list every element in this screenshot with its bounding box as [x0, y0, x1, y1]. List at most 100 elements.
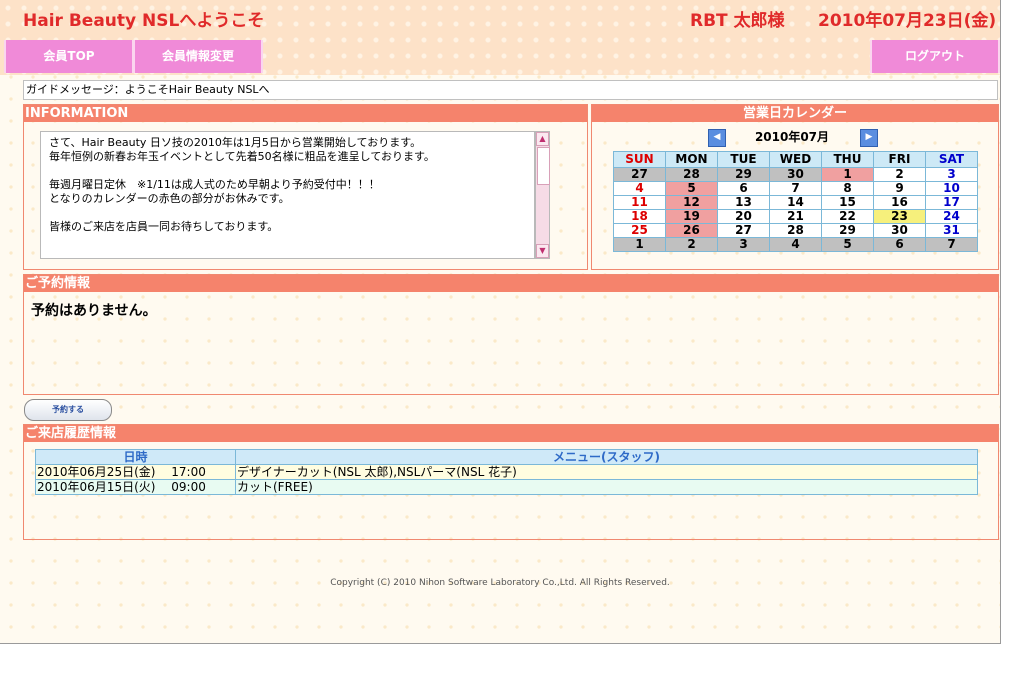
calendar-title: 営業日カレンダー — [592, 105, 998, 122]
next-month-icon[interactable]: ▶ — [860, 129, 878, 147]
calendar-day: 1 — [613, 237, 666, 252]
calendar-week-row: 11 12 13 14 15 16 17 — [613, 195, 978, 210]
table-row: 2010年06月25日(金) 17:00 デザイナーカット(NSL 太郎),NSL… — [35, 464, 978, 480]
weekday-header-5: FRI — [873, 151, 926, 168]
information-line: 毎年恒例の新春お年玉イベントとして先着50名様に粗品を進呈しております。 — [49, 150, 435, 163]
current-date: 2010年07月23日(金) — [818, 11, 997, 31]
calendar-day: 7 — [769, 181, 822, 196]
member-info-change-button[interactable]: 会員情報変更 — [133, 40, 263, 73]
weekday-header-6: SAT — [925, 151, 978, 168]
visit-history-title: ご来店履歴情報 — [24, 425, 998, 442]
calendar-day: 8 — [821, 181, 874, 196]
member-top-button[interactable]: 会員TOP — [4, 40, 134, 73]
calendar-day: 2 — [665, 237, 718, 252]
calendar-day: 19 — [665, 209, 718, 224]
scroll-thumb[interactable] — [537, 147, 550, 185]
information-line: 毎週月曜日定休 ※1/11は成人式のため早朝より予約受付中！！！ — [49, 178, 380, 191]
copyright: Copyright (C) 2010 Nihon Software Labora… — [330, 578, 670, 588]
calendar-day: 6 — [717, 181, 770, 196]
weekday-header-1: MON — [665, 151, 718, 168]
calendar-day: 2 — [873, 167, 926, 182]
visit-history-table: 日時 メニュー(スタッフ) 2010年06月25日(金) 17:00 デザイナーカ… — [35, 449, 978, 495]
calendar-day: 22 — [821, 209, 874, 224]
visit-datetime: 2010年06月15日(火) 09:00 — [35, 479, 236, 495]
visit-menu: カット(FREE) — [235, 479, 978, 495]
reservation-message: 予約はありません。 — [31, 303, 157, 319]
calendar-day: 18 — [613, 209, 666, 224]
calendar-day: 27 — [717, 223, 770, 238]
site-title: Hair Beauty NSLへようこそ — [23, 11, 265, 31]
logout-button[interactable]: ログアウト — [870, 40, 1000, 73]
information-panel: INFORMATION さて、Hair Beauty 日ソ技の2010年は1月5… — [23, 104, 588, 270]
calendar-body: 27 28 29 30 1 2 3 4 5 6 7 8 9 10 11 12 13 14 15 16 17 18 19 20 2… — [613, 167, 978, 252]
calendar-month: 2010年07月 — [754, 130, 830, 144]
calendar-week-row: 18 19 20 21 22 23 24 — [613, 209, 978, 224]
table-row: 2010年06月15日(火) 09:00 カット(FREE) — [35, 479, 978, 495]
reserve-button[interactable]: 予約する — [24, 399, 112, 421]
calendar-nav: ◀ 2010年07月 ▶ — [708, 129, 878, 147]
calendar-day: 30 — [873, 223, 926, 238]
reservation-title: ご予約情報 — [24, 275, 998, 292]
calendar-day: 24 — [925, 209, 978, 224]
calendar-day: 3 — [925, 167, 978, 182]
calendar-day: 14 — [769, 195, 822, 210]
calendar-day: 4 — [613, 181, 666, 196]
menu-column-header: メニュー(スタッフ) — [235, 449, 978, 465]
visit-history-body: 2010年06月25日(金) 17:00 デザイナーカット(NSL 太郎),NSL… — [35, 464, 978, 495]
calendar-day: 21 — [769, 209, 822, 224]
calendar-weekday-row: SUN MON TUE WED THU FRI SAT — [613, 151, 978, 168]
prev-month-icon[interactable]: ◀ — [708, 129, 726, 147]
reservation-panel: ご予約情報 予約はありません。 — [23, 274, 999, 395]
page-frame: Hair Beauty NSLへようこそ RBT 太郎様 2010年07月23日… — [0, 0, 1001, 644]
calendar-day: 31 — [925, 223, 978, 238]
calendar-day: 28 — [665, 167, 718, 182]
calendar-day: 13 — [717, 195, 770, 210]
information-line — [49, 164, 534, 178]
calendar-day: 26 — [665, 223, 718, 238]
weekday-header-0: SUN — [613, 151, 666, 168]
guide-message: ガイドメッセージ：ようこそHair Beauty NSLへ — [23, 80, 998, 100]
user-name: RBT 太郎様 — [690, 11, 785, 31]
visit-history-header-row: 日時 メニュー(スタッフ) — [35, 449, 978, 465]
information-line: となりのカレンダーの赤色の部分がお休みです。 — [49, 192, 290, 205]
information-text: さて、Hair Beauty 日ソ技の2010年は1月5日から営業開始しておりま… — [40, 131, 535, 259]
information-line — [49, 206, 534, 220]
calendar-week-row: 27 28 29 30 1 2 3 — [613, 167, 978, 182]
weekday-header-3: WED — [769, 151, 822, 168]
information-line: さて、Hair Beauty 日ソ技の2010年は1月5日から営業開始しておりま… — [49, 136, 422, 149]
calendar-day: 29 — [821, 223, 874, 238]
calendar-panel: 営業日カレンダー ◀ 2010年07月 ▶ SUN MON TUE WED THU FRI… — [591, 104, 999, 270]
weekday-header-4: THU — [821, 151, 874, 168]
calendar-day: 23 — [873, 209, 926, 224]
calendar-day: 30 — [769, 167, 822, 182]
calendar-day: 17 — [925, 195, 978, 210]
calendar-day: 20 — [717, 209, 770, 224]
calendar-day: 5 — [821, 237, 874, 252]
calendar-day: 15 — [821, 195, 874, 210]
header: Hair Beauty NSLへようこそ RBT 太郎様 2010年07月23日… — [0, 0, 1000, 75]
calendar-table: SUN MON TUE WED THU FRI SAT 27 28 29 30 1 2 3 4 5 6 7 8 9 1… — [613, 151, 978, 252]
calendar-week-row: 4 5 6 7 8 9 10 — [613, 181, 978, 196]
calendar-day: 9 — [873, 181, 926, 196]
calendar-day: 1 — [821, 167, 874, 182]
calendar-day: 11 — [613, 195, 666, 210]
information-title: INFORMATION — [24, 105, 587, 122]
calendar-day: 29 — [717, 167, 770, 182]
calendar-day: 3 — [717, 237, 770, 252]
weekday-header-2: TUE — [717, 151, 770, 168]
calendar-day: 5 — [665, 181, 718, 196]
calendar-day: 12 — [665, 195, 718, 210]
calendar-day: 28 — [769, 223, 822, 238]
calendar-day: 16 — [873, 195, 926, 210]
scroll-down-icon[interactable]: ▼ — [536, 244, 549, 258]
calendar-day: 27 — [613, 167, 666, 182]
datetime-column-header: 日時 — [35, 449, 236, 465]
visit-menu: デザイナーカット(NSL 太郎),NSLパーマ(NSL 花子) — [235, 464, 978, 480]
visit-history-panel: ご来店履歴情報 日時 メニュー(スタッフ) 2010年06月25日(金) 17:… — [23, 424, 999, 540]
calendar-day: 25 — [613, 223, 666, 238]
scroll-up-icon[interactable]: ▲ — [536, 132, 549, 146]
information-scrollbar[interactable]: ▲ ▼ — [535, 131, 550, 259]
calendar-day: 4 — [769, 237, 822, 252]
calendar-day: 6 — [873, 237, 926, 252]
calendar-week-row: 25 26 27 28 29 30 31 — [613, 223, 978, 238]
